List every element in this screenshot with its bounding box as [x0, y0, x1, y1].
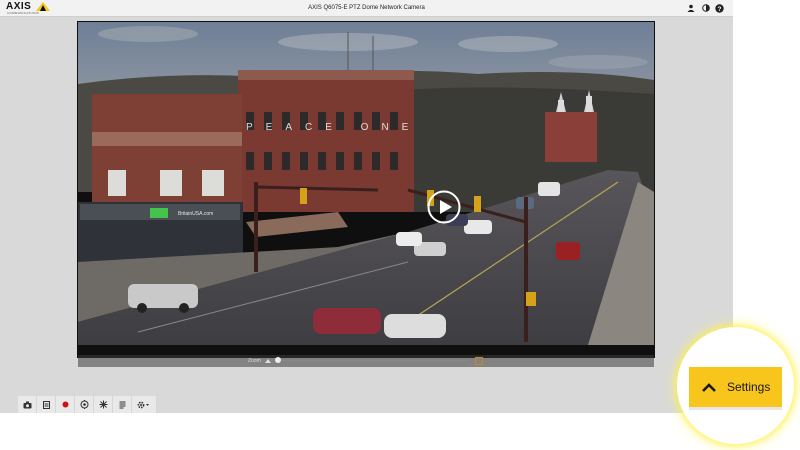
help-icon[interactable]: ?	[714, 3, 724, 13]
play-icon[interactable]	[427, 190, 461, 224]
save-icon	[42, 400, 50, 409]
user-icon[interactable]	[686, 3, 696, 13]
ptz-button[interactable]	[75, 396, 94, 413]
zoom-slider[interactable]	[278, 360, 468, 361]
camera-title: AXIS Q6075-E PTZ Dome Network Camera	[308, 5, 425, 11]
focus-button[interactable]	[94, 396, 113, 413]
building-sign: PEACE ONE	[246, 122, 421, 133]
ptz-icon	[80, 400, 88, 409]
stream-button[interactable]	[113, 396, 132, 413]
storefront-sign: BritainUSA.com	[178, 211, 213, 217]
zoom-slider-handle[interactable]	[275, 357, 281, 363]
contrast-icon[interactable]	[701, 3, 711, 13]
video-viewer: BritainUSA.com PEACE ONE Zoom	[77, 21, 655, 367]
settings-label: Settings	[727, 380, 771, 394]
settings-gear-dropdown-button[interactable]	[132, 396, 157, 413]
focus-window-icon[interactable]	[475, 357, 483, 365]
snapshot-button[interactable]	[18, 396, 37, 413]
save-button[interactable]	[37, 396, 56, 413]
settings-gear-dropdown-icon	[137, 401, 149, 408]
top-bar: AXIS COMMUNICATIONS AXIS Q6075-E PTZ Dom…	[0, 0, 733, 17]
camera-snapshot-icon	[23, 401, 31, 408]
stream-icon	[119, 401, 125, 408]
street-scene-image: BritainUSA.com PEACE ONE	[78, 22, 654, 345]
settings-button[interactable]: Settings	[689, 367, 782, 407]
svg-text:?: ?	[717, 6, 721, 13]
chevron-up-icon	[702, 383, 716, 392]
bottom-toolbar	[18, 396, 157, 413]
video-controls-bar: Zoom	[78, 355, 654, 367]
focus-icon	[99, 400, 107, 409]
zoom-label: Zoom	[248, 358, 261, 364]
record-button[interactable]	[56, 396, 75, 413]
record-icon	[62, 401, 68, 408]
chevron-up-icon	[265, 359, 271, 363]
app-window: AXIS COMMUNICATIONS AXIS Q6075-E PTZ Dom…	[0, 0, 733, 413]
live-video[interactable]: BritainUSA.com PEACE ONE	[78, 22, 654, 345]
